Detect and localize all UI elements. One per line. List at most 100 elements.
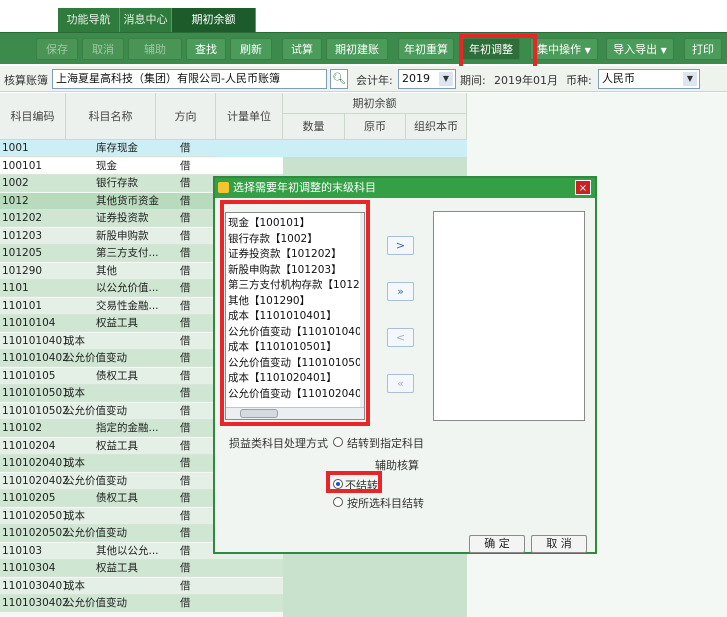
cell-code: 11010105	[2, 369, 56, 382]
year-value: 2019	[402, 72, 430, 85]
cell-code: 101205	[2, 247, 43, 259]
cell-code: 11010204	[2, 439, 56, 452]
assist-button[interactable]: 辅助	[128, 38, 182, 60]
cell-code: 110101	[2, 299, 43, 312]
cell-direction: 借	[180, 159, 191, 172]
search-icon[interactable]: 🔍︎	[330, 69, 348, 89]
cell-name: 其他以公允...	[96, 544, 159, 557]
cell-name: 银行存款	[96, 177, 138, 189]
selected-subjects-list[interactable]	[433, 211, 585, 421]
year-label: 会计年:	[356, 74, 393, 87]
cell-code: 100101	[2, 159, 43, 172]
cell-direction: 借	[180, 422, 191, 434]
header-org: 组织本币	[406, 114, 467, 140]
radio-transfer-specified[interactable]	[333, 437, 343, 447]
cell-code: 101202	[2, 212, 43, 224]
filter-bar: 核算账簿 上海夏星高科技（集团）有限公司-人民币账簿 🔍︎ 会计年: 2019 …	[0, 66, 727, 92]
by-selected-label: 按所选科目结转	[347, 497, 424, 510]
cell-direction: 借	[180, 527, 191, 539]
header-orig: 原币	[345, 114, 406, 140]
highlight-box	[459, 34, 537, 70]
print-button[interactable]: 打印	[684, 38, 722, 60]
cell-direction: 借	[180, 597, 191, 609]
cell-unit[interactable]	[216, 578, 283, 595]
cancel-button[interactable]: 取消	[82, 38, 124, 60]
tab-function-nav[interactable]: 功能导航	[58, 8, 120, 32]
cell-code: 1012	[2, 194, 29, 207]
chevron-down-icon: ▼	[683, 72, 697, 86]
highlight-box	[326, 471, 382, 493]
cell-name: 现金	[96, 159, 117, 172]
cell-name: 债权工具	[96, 492, 138, 504]
tab-message-center[interactable]: 消息中心	[120, 8, 172, 32]
header-name: 科目名称	[66, 93, 156, 140]
cell-code: 101203	[2, 229, 43, 242]
trial-balance-button[interactable]: 试算	[282, 38, 322, 60]
close-icon[interactable]: ×	[575, 180, 591, 195]
cell-name: 权益工具	[96, 439, 138, 452]
cell-name: 公允价值变动	[64, 527, 127, 539]
cell-direction: 借	[180, 474, 191, 487]
account-field[interactable]: 上海夏星高科技（集团）有限公司-人民币账簿	[52, 69, 327, 89]
cell-direction: 借	[180, 177, 191, 189]
tab-opening-balance[interactable]: 期初余额	[172, 8, 256, 32]
cell-unit[interactable]	[216, 158, 283, 175]
move-left-button[interactable]: <	[387, 328, 414, 347]
radio-by-selected[interactable]	[333, 497, 343, 507]
currency-label: 币种:	[566, 74, 592, 87]
header-opening: 期初余额	[283, 93, 467, 114]
cell-direction: 借	[180, 194, 191, 207]
ok-button[interactable]: 确 定	[469, 535, 525, 553]
move-right-button[interactable]: >	[387, 236, 414, 255]
cell-direction: 借	[180, 229, 191, 242]
cell-code: 110103	[2, 544, 43, 557]
move-all-left-button[interactable]: «	[387, 374, 414, 393]
cell-unit[interactable]	[216, 140, 283, 157]
cell-code: 11010104	[2, 317, 56, 329]
batch-operation-button[interactable]: 集中操作 ▼	[530, 38, 598, 60]
cell-unit[interactable]	[216, 595, 283, 612]
year-select[interactable]: 2019 ▼	[398, 69, 456, 89]
cell-direction: 借	[180, 404, 191, 417]
highlight-box	[220, 200, 370, 426]
cell-direction: 借	[180, 369, 191, 382]
cell-name: 库存现金	[96, 142, 138, 154]
app-icon	[218, 182, 229, 193]
cell-direction: 借	[180, 299, 191, 312]
highlight-row-strip	[283, 140, 467, 157]
table-row[interactable]: 100101 现金 借	[0, 157, 283, 175]
save-button[interactable]: 保存	[36, 38, 78, 60]
chevron-down-icon: ▼	[439, 72, 453, 86]
cell-name: 公允价值变动	[64, 597, 127, 609]
period-value: 2019年01月	[494, 74, 558, 87]
find-button[interactable]: 查找	[186, 38, 226, 60]
select-subject-dialog: 选择需要年初调整的末级科目 × 现金【100101】 银行存款【1002】 证券投资…	[213, 176, 597, 554]
table-row[interactable]: 1101030401 成本借	[0, 577, 283, 595]
year-recalc-button[interactable]: 年初重算	[398, 38, 454, 60]
currency-value: 人民币	[602, 72, 635, 85]
cell-name: 第三方支付...	[96, 247, 159, 259]
table-row[interactable]: 1001 库存现金 借	[0, 140, 283, 157]
period-label: 期间:	[460, 74, 486, 87]
cell-direction: 借	[180, 579, 191, 592]
table-row[interactable]: 11010304 权益工具 借	[0, 560, 283, 577]
cell-name: 交易性金融...	[96, 299, 159, 312]
cell-code: 1101	[2, 282, 29, 294]
cancel-button[interactable]: 取 消	[531, 535, 587, 553]
cell-name: 权益工具	[96, 562, 138, 574]
cell-code: 101290	[2, 264, 43, 277]
import-export-button[interactable]: 导入导出 ▼	[606, 38, 674, 60]
build-account-button[interactable]: 期初建账	[326, 38, 388, 60]
cell-direction: 借	[180, 352, 191, 364]
cell-unit[interactable]	[216, 560, 283, 577]
header-code: 科目编码	[0, 93, 66, 140]
currency-select[interactable]: 人民币 ▼	[598, 69, 700, 89]
cell-direction: 借	[180, 387, 191, 399]
refresh-button[interactable]: 刷新	[230, 38, 272, 60]
cell-code: 11010205	[2, 492, 56, 504]
cell-name: 指定的金融...	[96, 422, 159, 434]
batch-operation-label: 集中操作	[537, 43, 582, 56]
table-row[interactable]: 1101030402 公允价值变动借	[0, 595, 283, 612]
move-all-right-button[interactable]: »	[387, 282, 414, 301]
cell-name: 权益工具	[96, 317, 138, 329]
